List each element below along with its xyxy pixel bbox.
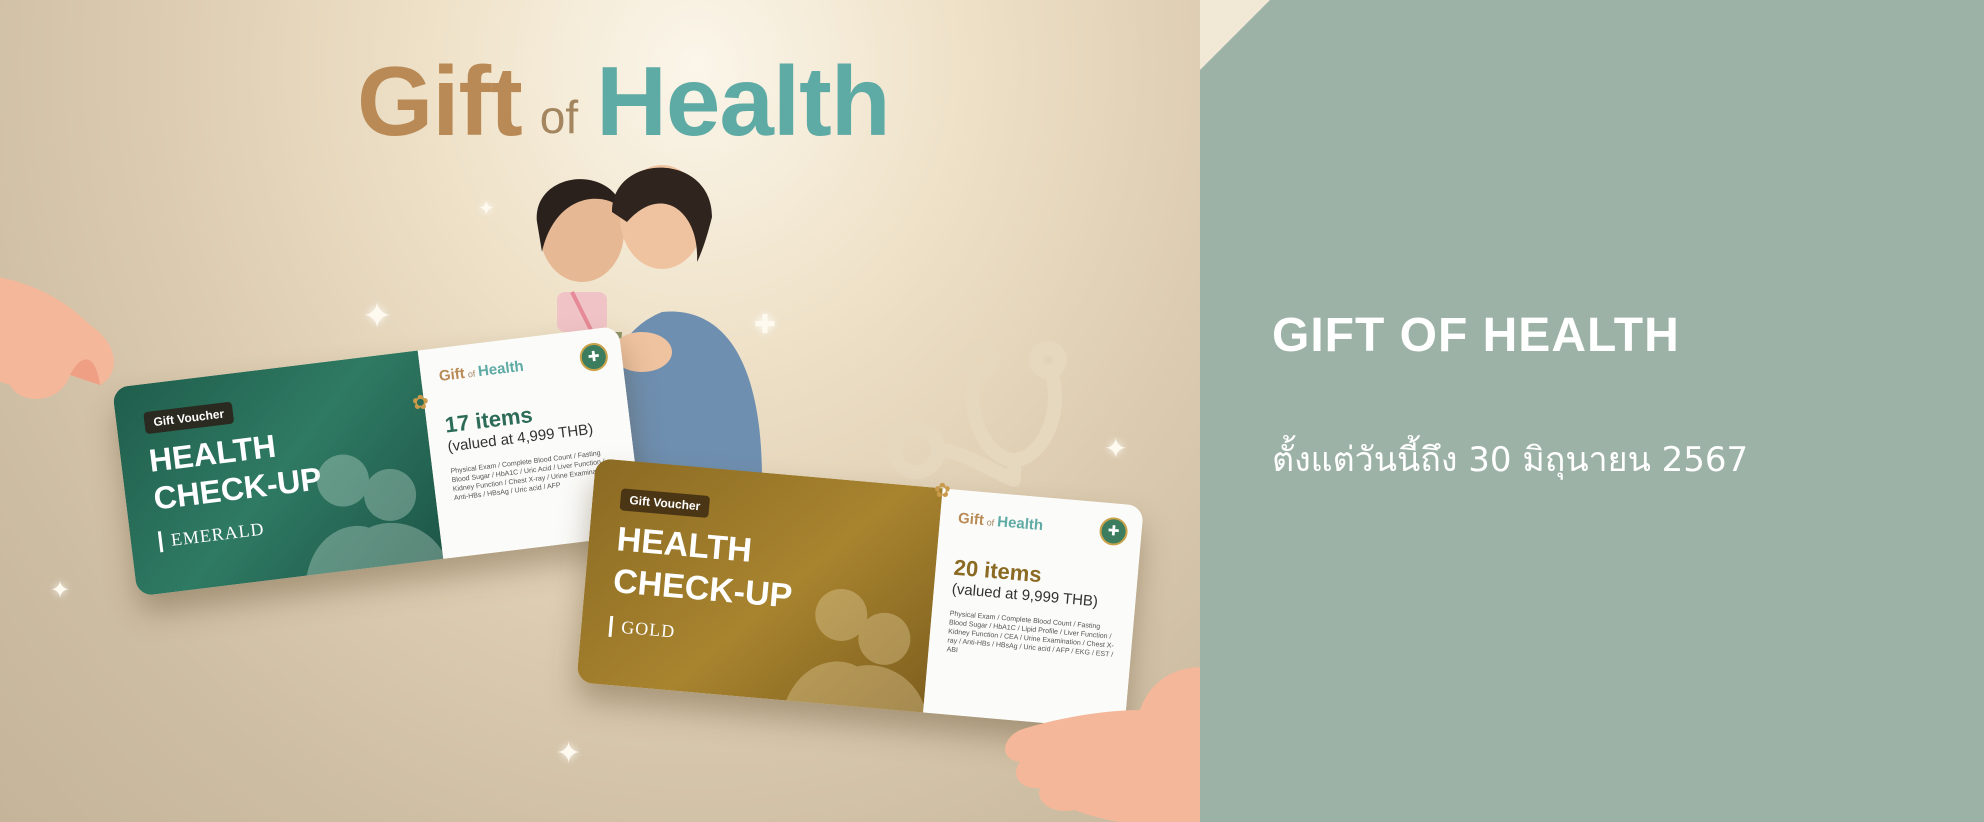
hero-title-of: of [539,91,579,143]
sparkle-icon: ✦ [556,736,582,771]
sparkle-icon: ✦ [1104,432,1128,465]
hospital-cross-icon: ✚ [578,341,610,373]
voucher-photo [305,454,444,586]
panel-corner-cut [1200,0,1270,70]
stethoscope-icon [887,341,1067,487]
voucher-tag: Gift Voucher [143,401,235,435]
voucher-front: Gift Voucher HEALTH CHECK-UP GOLD [576,458,943,713]
stub-brand-of: of [467,368,476,380]
voucher-photo [782,588,928,713]
gift-of-health-banner: Gift of Health ✦ ✦ ✚ ✦ ✦ ✦ Gift Voucher … [0,0,1984,822]
promo-title: GIFT OF HEALTH [1272,309,1680,362]
info-panel [1200,0,1984,822]
stub-brand-health: Health [996,513,1044,535]
hospital-cross-icon: ✚ [1098,516,1129,547]
stub-brand-health: Health [477,357,525,381]
sparkle-icon: ✦ [50,576,71,604]
promo-date-range: ตั้งแต่วันนี้ถึง 30 มิถุนายน 2567 [1272,440,1749,480]
ribbon-bow-icon: ✿ [934,478,951,502]
voucher-tag: Gift Voucher [619,488,711,519]
stub-brand-gift: Gift [438,364,466,385]
voucher-card-emerald[interactable]: Gift Voucher HEALTH CHECK-UP EMERALD Gif… [112,325,644,597]
right-hand [1005,667,1200,822]
voucher-front: Gift Voucher HEALTH CHECK-UP EMERALD [112,350,444,597]
stub-brand-of: of [986,517,995,528]
promo-image[interactable]: Gift of Health ✦ ✦ ✚ ✦ ✦ ✦ Gift Voucher … [0,0,1200,822]
stub-brand-gift: Gift [957,509,985,530]
sparkle-icon: ✦ [362,296,393,337]
ribbon-bow-icon: ✿ [412,390,429,414]
